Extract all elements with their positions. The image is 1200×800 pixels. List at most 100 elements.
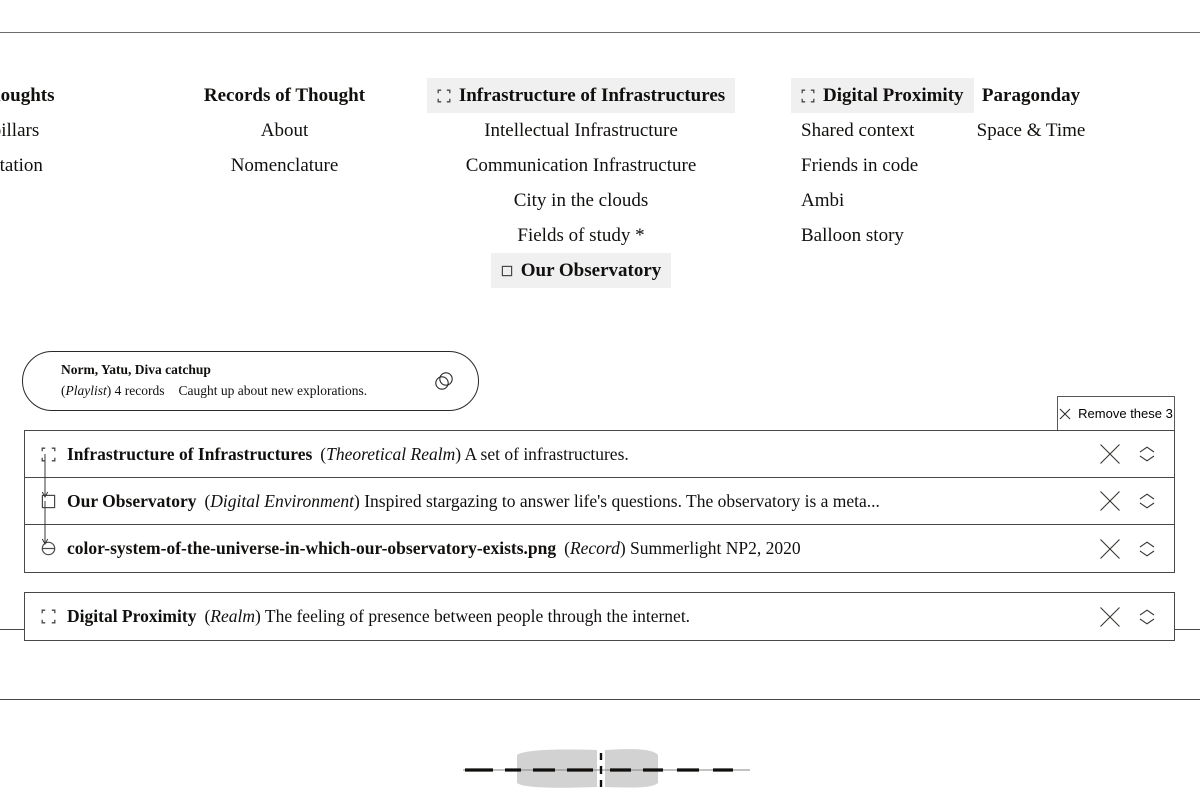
nav-item-system-for-thoughts-1[interactable]: of facilitation: [0, 148, 53, 183]
nav-item-infrastructure-of-infrastructures-2[interactable]: City in the clouds: [504, 183, 659, 218]
result-row-kind-close: ): [455, 443, 462, 464]
playlist-title: Norm, Yatu, Diva catchup: [61, 362, 211, 378]
result-row[interactable]: Our Observatory (Digital Environment) Ins…: [25, 478, 1174, 546]
nav-item-infrastructure-of-infrastructures-4[interactable]: Our Observatory: [490, 253, 672, 288]
nav-item-infrastructure-of-infrastructures-3[interactable]: Fields of study *: [507, 218, 654, 253]
nav-item-label: tional pillars: [0, 120, 40, 141]
realm-frame-icon: [41, 447, 56, 462]
nav-item-paragonday-0[interactable]: Space & Time: [967, 113, 1096, 148]
close-x-icon[interactable]: [1099, 606, 1121, 628]
nav-item-label: Fields of study *: [517, 225, 645, 246]
breadcrumb-columns: m for Thoughts tional pillars of facilitat…: [0, 78, 1200, 288]
realm-frame-icon: [41, 609, 56, 624]
result-row-title: Infrastructure of Infrastructures: [67, 443, 313, 464]
nav-header-infrastructure-of-infrastructures[interactable]: Infrastructure of Infrastructures: [426, 78, 736, 113]
result-row-actions: [1099, 606, 1174, 628]
nav-header-label: Paragonday: [981, 85, 1081, 106]
result-row-kind: Digital Environment: [210, 490, 355, 511]
chevron-up-down-icon[interactable]: [1137, 539, 1157, 559]
playlist-meta: (Playlist) 4 records Caught up about new …: [61, 380, 432, 402]
playlist-record-count: 4 records: [114, 383, 165, 399]
result-row[interactable]: Digital Proximity (Realm) The feeling of …: [25, 593, 1174, 640]
dashed-timeline-icon: [463, 749, 750, 788]
chevron-up-down-icon[interactable]: [1137, 491, 1157, 511]
close-x-icon[interactable]: [1099, 490, 1121, 512]
chevron-up-down-icon[interactable]: [1137, 444, 1157, 464]
nav-column-paragonday: Paragonday Space & Time: [921, 78, 1141, 148]
result-row-type-icon-wrap: [41, 541, 67, 556]
nav-item-records-of-thought-1[interactable]: Nomenclature: [221, 148, 349, 183]
result-row[interactable]: Infrastructure of Infrastructures (Theore…: [25, 431, 1174, 499]
nav-item-label: Intellectual Infrastructure: [484, 120, 678, 141]
playlist-rings-icon: [432, 369, 456, 393]
result-row[interactable]: color-system-of-the-universe-in-which-ou…: [25, 525, 1174, 572]
nav-header-system-for-thoughts[interactable]: m for Thoughts: [0, 78, 65, 113]
nav-column-system-for-thoughts: m for Thoughts tional pillars of facilitat…: [0, 78, 138, 183]
result-row-kind-close: ): [619, 538, 626, 558]
nav-item-label: Ambi: [801, 190, 845, 211]
result-row-description: Inspired stargazing to answer life's que…: [364, 490, 880, 511]
playlist-kind-close: ): [106, 383, 112, 399]
result-row-actions: [1099, 490, 1174, 512]
result-row-actions: [1099, 443, 1174, 465]
result-row-actions: [1099, 538, 1174, 560]
nav-item-label: Nomenclature: [230, 155, 339, 176]
result-group-digital-proximity: Digital Proximity (Realm) The feeling of …: [24, 592, 1175, 641]
nav-item-label: Balloon story: [801, 225, 904, 246]
result-row-title: Our Observatory: [67, 490, 197, 511]
result-row-type-icon-wrap: [41, 447, 67, 462]
realm-frame-icon: [437, 89, 451, 103]
nav-column-records-of-thought: Records of Thought About Nomenclature: [138, 78, 431, 183]
nav-item-digital-proximity-3[interactable]: Balloon story: [791, 218, 914, 253]
result-group-observatory: Infrastructure of Infrastructures (Theore…: [24, 430, 1175, 573]
playlist-card[interactable]: Norm, Yatu, Diva catchup (Playlist) 4 re…: [22, 351, 479, 411]
close-x-icon[interactable]: [1099, 538, 1121, 560]
nav-header-paragonday[interactable]: Paragonday: [972, 78, 1090, 113]
playlist-note: Caught up about new explorations.: [178, 383, 368, 399]
result-row-type-icon-wrap: [41, 609, 67, 624]
result-row-kind: Theoretical Realm: [326, 443, 456, 464]
nav-item-label: City in the clouds: [513, 190, 649, 211]
nav-column-infrastructure-of-infrastructures: Infrastructure of Infrastructures Intelle…: [426, 78, 736, 288]
nav-header-label: m for Thoughts: [0, 85, 55, 106]
nav-item-infrastructure-of-infrastructures-1[interactable]: Communication Infrastructure: [456, 148, 707, 183]
nav-header-label: Records of Thought: [203, 85, 366, 106]
playlist-card-text: Norm, Yatu, Diva catchup (Playlist) 4 re…: [61, 360, 432, 402]
timeline-scrubber[interactable]: [455, 745, 750, 795]
nav-item-label: About: [260, 120, 309, 141]
environment-square-icon: [41, 494, 56, 509]
nav-item-label: Space & Time: [976, 120, 1086, 141]
close-x-icon[interactable]: [1099, 443, 1121, 465]
nav-item-label: Communication Infrastructure: [465, 155, 697, 176]
nav-item-digital-proximity-1[interactable]: Friends in code: [791, 148, 928, 183]
nav-item-digital-proximity-0[interactable]: Shared context: [791, 113, 924, 148]
result-row-kind: Record: [569, 538, 620, 558]
result-row-text: Infrastructure of Infrastructures (Theore…: [67, 444, 1099, 465]
close-x-icon: [1059, 408, 1071, 420]
remove-selected-button[interactable]: Remove these 3: [1057, 396, 1175, 431]
bottom-divider: [0, 699, 1200, 700]
nav-header-records-of-thought[interactable]: Records of Thought: [194, 78, 375, 113]
result-row-description: The feeling of presence between people t…: [264, 606, 691, 626]
result-row-description: A set of infrastructures.: [464, 443, 629, 464]
result-row-type-icon-wrap: [41, 494, 67, 509]
playlist-kind: Playlist: [65, 383, 107, 399]
app-root: m for Thoughts tional pillars of facilitat…: [0, 0, 1200, 800]
chevron-up-down-icon[interactable]: [1137, 607, 1157, 627]
nav-item-label: of facilitation: [0, 155, 43, 176]
nav-item-infrastructure-of-infrastructures-0[interactable]: Intellectual Infrastructure: [474, 113, 688, 148]
result-row-text: color-system-of-the-universe-in-which-ou…: [67, 538, 1099, 559]
realm-frame-icon: [801, 89, 815, 103]
remove-selected-label: Remove these 3: [1078, 406, 1173, 421]
nav-item-records-of-thought-0[interactable]: About: [251, 113, 319, 148]
nav-header-label: Infrastructure of Infrastructures: [458, 85, 726, 106]
nav-item-digital-proximity-2[interactable]: Ambi: [791, 183, 854, 218]
top-divider: [0, 32, 1200, 33]
environment-square-icon: [501, 265, 513, 277]
nav-item-label: Our Observatory: [520, 260, 662, 281]
result-row-kind-close: ): [255, 606, 261, 626]
nav-item-system-for-thoughts-0[interactable]: tional pillars: [0, 113, 49, 148]
nav-item-label: Friends in code: [801, 155, 919, 176]
record-disc-icon: [41, 541, 56, 556]
result-row-description: Summerlight NP2, 2020: [630, 538, 801, 558]
